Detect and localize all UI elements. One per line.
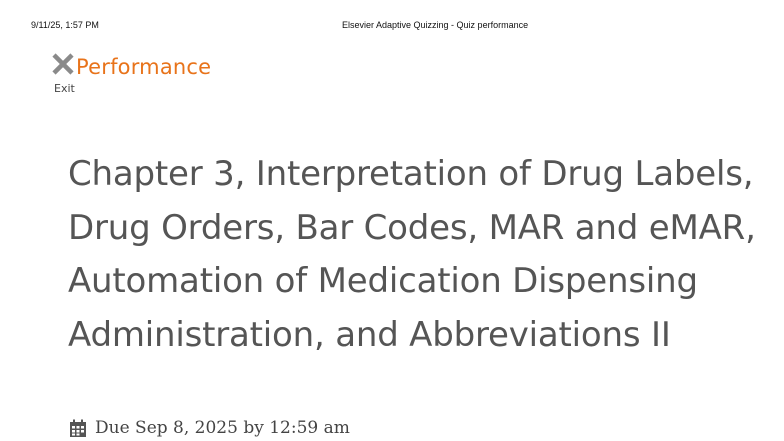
calendar-icon xyxy=(70,419,86,437)
print-datetime: 9/11/25, 1:57 PM xyxy=(31,20,99,30)
page-heading: Performance xyxy=(76,55,212,79)
top-bar: Exit Performance xyxy=(50,50,212,100)
quiz-title: Chapter 3, Interpretation of Drug Labels… xyxy=(68,154,756,355)
exit-label: Exit xyxy=(54,82,75,95)
due-date-text: Due Sep 8, 2025 by 12:59 am xyxy=(95,418,350,438)
print-document-title: Elsevier Adaptive Quizzing - Quiz perfor… xyxy=(342,20,529,30)
due-date-row: Due Sep 8, 2025 by 12:59 am xyxy=(69,415,350,441)
exit-button[interactable]: Exit xyxy=(50,50,76,100)
close-x-icon xyxy=(52,53,74,75)
print-header: 9/11/25, 1:57 PM Elsevier Adaptive Quizz… xyxy=(0,20,784,32)
